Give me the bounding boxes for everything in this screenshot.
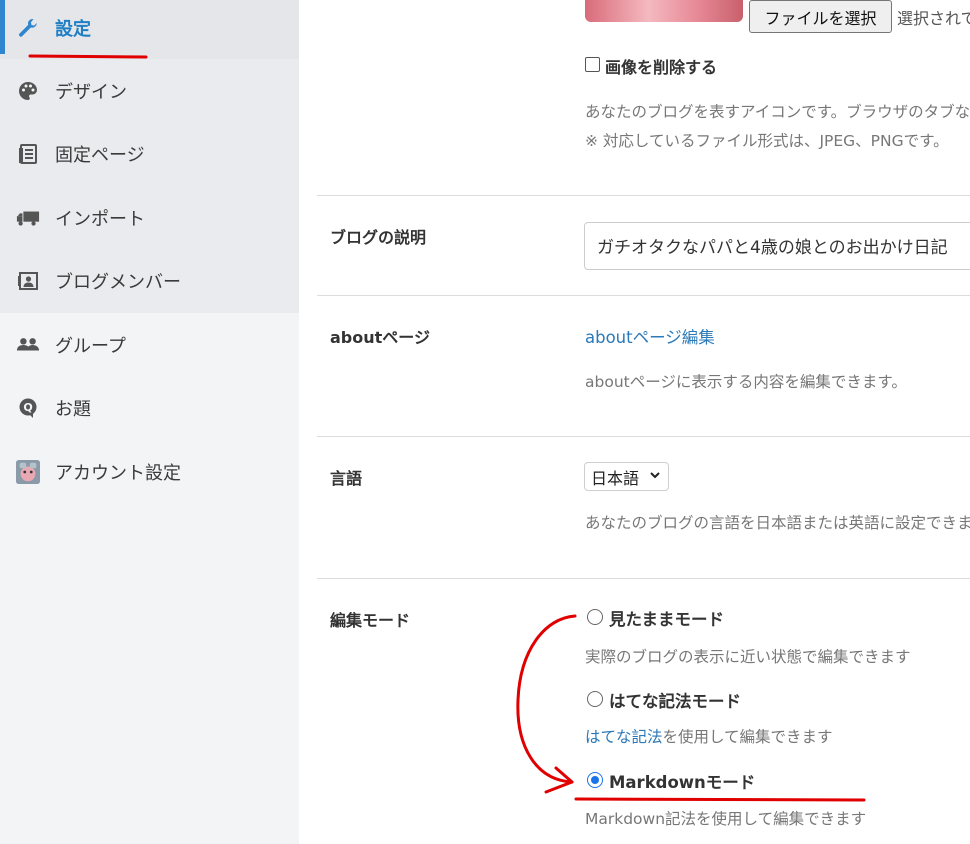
language-label: 言語 <box>330 469 363 488</box>
sidebar-item-groups[interactable]: グループ <box>0 313 299 376</box>
sidebar-item-label: ブログメンバー <box>55 271 181 293</box>
sidebar-item-label: インポート <box>55 208 145 230</box>
hatena-syntax-link[interactable]: はてな記法 <box>585 728 663 746</box>
edit-mode-label: 編集モード <box>330 611 411 630</box>
member-card-icon <box>16 269 40 293</box>
radio-wysiwyg-mode[interactable] <box>587 609 603 625</box>
blog-description-input[interactable]: ガチオタクなパパと4歳の娘とのお出かけ日記 <box>584 222 970 270</box>
wysiwyg-mode-description: 実際のブログの表示に近い状態で編集できます <box>585 648 911 666</box>
active-indicator <box>0 0 5 54</box>
wysiwyg-mode-label[interactable]: 見たままモード <box>609 606 724 630</box>
sidebar-item-label: 固定ページ <box>55 144 145 166</box>
sidebar-item-label: 設定 <box>55 18 91 40</box>
markdown-mode-label[interactable]: Markdownモード <box>609 769 755 793</box>
palette-icon <box>16 79 40 103</box>
hatena-mode-description: はてな記法を使用して編集できます <box>585 725 833 747</box>
delete-image-label[interactable]: 画像を削除する <box>605 54 717 78</box>
divider <box>317 195 970 196</box>
blog-description-label: ブログの説明 <box>330 228 427 247</box>
svg-text:Q: Q <box>23 401 32 414</box>
sidebar-item-label: アカウント設定 <box>55 462 181 484</box>
wrench-icon <box>16 16 40 40</box>
sidebar-item-account-settings[interactable]: アカウント設定 <box>0 440 299 503</box>
file-status-text: 選択されていません <box>897 9 970 28</box>
radio-hatena-mode[interactable] <box>587 691 603 707</box>
language-select[interactable]: 日本語 <box>584 462 669 491</box>
avatar-icon <box>16 459 40 484</box>
divider <box>317 295 970 296</box>
hatena-mode-label[interactable]: はてな記法モード <box>609 688 741 712</box>
settings-main: ファイルを選択 選択されていません 画像を削除する あなたのブログを表すアイコン… <box>299 0 970 844</box>
sidebar-item-label: お題 <box>55 398 91 420</box>
radio-markdown-mode[interactable] <box>587 772 603 788</box>
sidebar-item-label: グループ <box>55 335 126 357</box>
question-bubble-icon: Q <box>16 396 40 420</box>
delete-image-checkbox[interactable] <box>585 57 600 72</box>
hatena-mode-description-text: を使用して編集できます <box>662 728 833 746</box>
sidebar-item-topics[interactable]: Q お題 <box>0 376 299 439</box>
sidebar-item-static-pages[interactable]: 固定ページ <box>0 122 299 185</box>
sidebar-item-import[interactable]: インポート <box>0 186 299 249</box>
sidebar-item-settings[interactable]: 設定 <box>0 0 299 59</box>
icon-description: あなたのブログを表すアイコンです。ブラウザのタブなどに表示されます。 <box>585 103 970 121</box>
file-select-button[interactable]: ファイルを選択 <box>749 0 892 33</box>
language-description: あなたのブログの言語を日本語または英語に設定できます。 <box>585 514 970 532</box>
about-page-description: aboutページに表示する内容を編集できます。 <box>585 373 907 391</box>
users-icon <box>16 333 40 357</box>
language-selected-value: 日本語 <box>591 468 640 488</box>
document-icon <box>16 142 40 166</box>
icon-format-note: ※ 対応しているファイル形式は、JPEG、PNGです。 <box>585 132 949 150</box>
markdown-mode-description: Markdown記法を使用して編集できます <box>585 810 867 828</box>
sidebar: 設定 デザイン 固定ページ インポート ブログメンバー グループ Q お題 アカ… <box>0 0 299 844</box>
sidebar-item-design[interactable]: デザイン <box>0 59 299 122</box>
truck-icon <box>16 206 40 230</box>
blog-icon-preview <box>585 0 743 22</box>
divider <box>317 578 970 579</box>
divider <box>317 436 970 437</box>
chevron-down-icon <box>649 469 661 484</box>
about-page-label: aboutページ <box>330 328 430 347</box>
about-page-edit-link[interactable]: aboutページ編集 <box>585 324 715 348</box>
sidebar-item-blog-members[interactable]: ブログメンバー <box>0 249 299 312</box>
sidebar-item-label: デザイン <box>55 81 127 103</box>
